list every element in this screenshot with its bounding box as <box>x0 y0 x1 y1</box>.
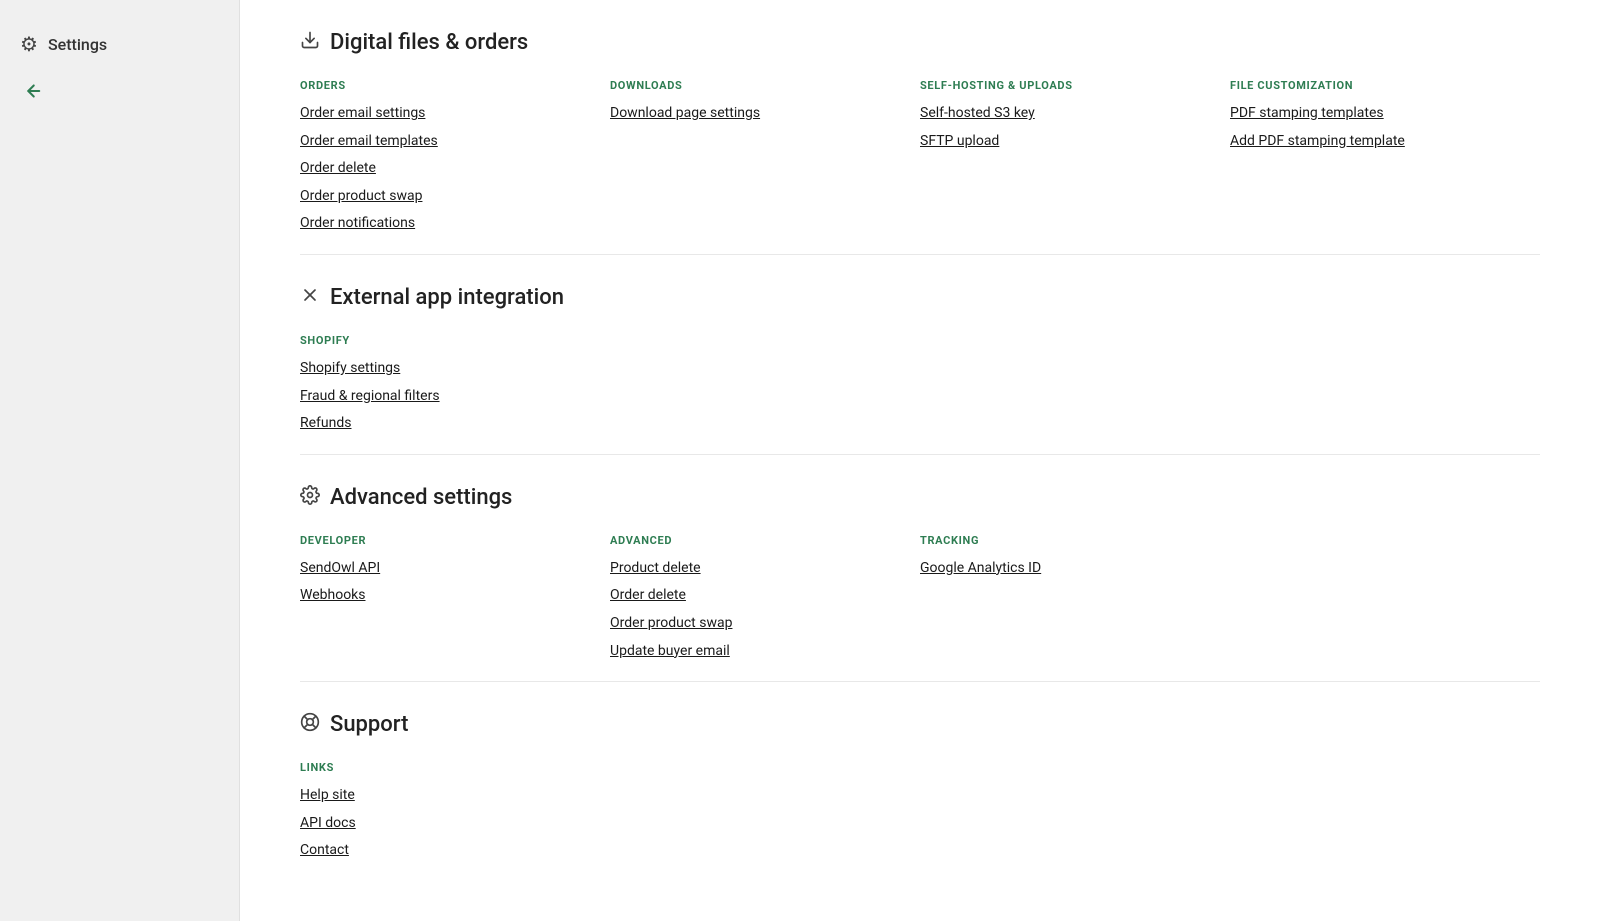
link-advanced-settings-2-0[interactable]: Google Analytics ID <box>920 559 1230 579</box>
column-external-app-2 <box>920 334 1230 434</box>
link-external-app-0-0[interactable]: Shopify settings <box>300 359 610 379</box>
link-digital-files-2-0[interactable]: Self-hosted S3 key <box>920 104 1230 124</box>
section-icon-advanced-settings <box>300 485 320 510</box>
column-external-app-0: SHOPIFY Shopify settings Fraud & regional … <box>300 334 610 434</box>
col-header-external-app-0: SHOPIFY <box>300 334 610 347</box>
column-digital-files-2: SELF-HOSTING & UPLOADS Self-hosted S3 key… <box>920 79 1230 234</box>
col-header-digital-files-0: ORDERS <box>300 79 610 92</box>
section-support: Support LINKS Help site API docs Contact <box>300 682 1540 881</box>
column-digital-files-1: DOWNLOADS Download page settings <box>610 79 920 234</box>
columns-external-app: SHOPIFY Shopify settings Fraud & regional … <box>300 334 1540 434</box>
column-external-app-1 <box>610 334 920 434</box>
link-digital-files-0-2[interactable]: Order delete <box>300 159 610 179</box>
link-advanced-settings-1-3[interactable]: Update buyer email <box>610 642 920 662</box>
col-links-advanced-settings-1: Product delete Order delete Order product … <box>610 559 920 661</box>
column-advanced-settings-2: TRACKING Google Analytics ID <box>920 534 1230 661</box>
section-title-text-external-app: External app integration <box>330 285 564 310</box>
link-support-0-2[interactable]: Contact <box>300 841 610 861</box>
col-links-advanced-settings-0: SendOwl API Webhooks <box>300 559 610 606</box>
col-links-digital-files-2: Self-hosted S3 key SFTP upload <box>920 104 1230 151</box>
column-external-app-3 <box>1230 334 1540 434</box>
section-external-app: External app integration SHOPIFY Shopify s… <box>300 255 1540 455</box>
col-links-advanced-settings-2: Google Analytics ID <box>920 559 1230 579</box>
link-advanced-settings-0-1[interactable]: Webhooks <box>300 586 610 606</box>
link-digital-files-3-0[interactable]: PDF stamping templates <box>1230 104 1540 124</box>
link-advanced-settings-0-0[interactable]: SendOwl API <box>300 559 610 579</box>
section-title-advanced-settings: Advanced settings <box>300 485 1540 510</box>
section-title-digital-files: Digital files & orders <box>300 30 1540 55</box>
col-links-digital-files-1: Download page settings <box>610 104 920 124</box>
section-digital-files: Digital files & orders ORDERS Order email … <box>300 0 1540 255</box>
columns-digital-files: ORDERS Order email settings Order email te… <box>300 79 1540 234</box>
col-links-digital-files-0: Order email settings Order email template… <box>300 104 610 234</box>
columns-support: LINKS Help site API docs Contact <box>300 761 1540 861</box>
col-header-advanced-settings-1: ADVANCED <box>610 534 920 547</box>
section-title-external-app: External app integration <box>300 285 1540 310</box>
link-digital-files-0-1[interactable]: Order email templates <box>300 132 610 152</box>
link-support-0-1[interactable]: API docs <box>300 814 610 834</box>
link-advanced-settings-1-0[interactable]: Product delete <box>610 559 920 579</box>
column-advanced-settings-1: ADVANCED Product delete Order delete Order … <box>610 534 920 661</box>
col-links-support-0: Help site API docs Contact <box>300 786 610 861</box>
col-links-digital-files-3: PDF stamping templates Add PDF stamping t… <box>1230 104 1540 151</box>
col-links-external-app-0: Shopify settings Fraud & regional filters… <box>300 359 610 434</box>
link-digital-files-3-1[interactable]: Add PDF stamping template <box>1230 132 1540 152</box>
link-advanced-settings-1-1[interactable]: Order delete <box>610 586 920 606</box>
column-digital-files-3: FILE CUSTOMIZATION PDF stamping templates… <box>1230 79 1540 234</box>
column-advanced-settings-3 <box>1230 534 1540 661</box>
column-digital-files-0: ORDERS Order email settings Order email te… <box>300 79 610 234</box>
col-header-advanced-settings-0: DEVELOPER <box>300 534 610 547</box>
column-support-3 <box>1230 761 1540 861</box>
col-header-digital-files-3: FILE CUSTOMIZATION <box>1230 79 1540 92</box>
link-digital-files-1-0[interactable]: Download page settings <box>610 104 920 124</box>
link-external-app-0-2[interactable]: Refunds <box>300 414 610 434</box>
section-title-text-support: Support <box>330 712 408 737</box>
col-header-advanced-settings-2: TRACKING <box>920 534 1230 547</box>
section-title-text-advanced-settings: Advanced settings <box>330 485 512 510</box>
section-icon-support <box>300 712 320 737</box>
link-digital-files-2-1[interactable]: SFTP upload <box>920 132 1230 152</box>
section-icon-digital-files <box>300 30 320 55</box>
sidebar-item-settings[interactable]: ⚙ Settings <box>0 20 239 68</box>
link-support-0-0[interactable]: Help site <box>300 786 610 806</box>
sidebar-settings-label: Settings <box>48 35 107 54</box>
column-support-1 <box>610 761 920 861</box>
section-advanced-settings: Advanced settings DEVELOPER SendOwl API Web… <box>300 455 1540 682</box>
nav-back-icon <box>20 80 42 107</box>
column-support-0: LINKS Help site API docs Contact <box>300 761 610 861</box>
main-content: Digital files & orders ORDERS Order email … <box>240 0 1600 921</box>
col-header-digital-files-1: DOWNLOADS <box>610 79 920 92</box>
columns-advanced-settings: DEVELOPER SendOwl API Webhooks ADVANCED Prod… <box>300 534 1540 661</box>
col-header-support-0: LINKS <box>300 761 610 774</box>
settings-icon: ⚙ <box>20 32 38 56</box>
link-external-app-0-1[interactable]: Fraud & regional filters <box>300 387 610 407</box>
section-icon-external-app <box>300 285 320 310</box>
sidebar-item-nav[interactable] <box>0 68 239 119</box>
link-digital-files-0-0[interactable]: Order email settings <box>300 104 610 124</box>
section-title-support: Support <box>300 712 1540 737</box>
col-header-digital-files-2: SELF-HOSTING & UPLOADS <box>920 79 1230 92</box>
link-digital-files-0-4[interactable]: Order notifications <box>300 214 610 234</box>
column-advanced-settings-0: DEVELOPER SendOwl API Webhooks <box>300 534 610 661</box>
section-title-text-digital-files: Digital files & orders <box>330 30 528 55</box>
column-support-2 <box>920 761 1230 861</box>
sidebar: ⚙ Settings <box>0 0 240 921</box>
link-digital-files-0-3[interactable]: Order product swap <box>300 187 610 207</box>
link-advanced-settings-1-2[interactable]: Order product swap <box>610 614 920 634</box>
